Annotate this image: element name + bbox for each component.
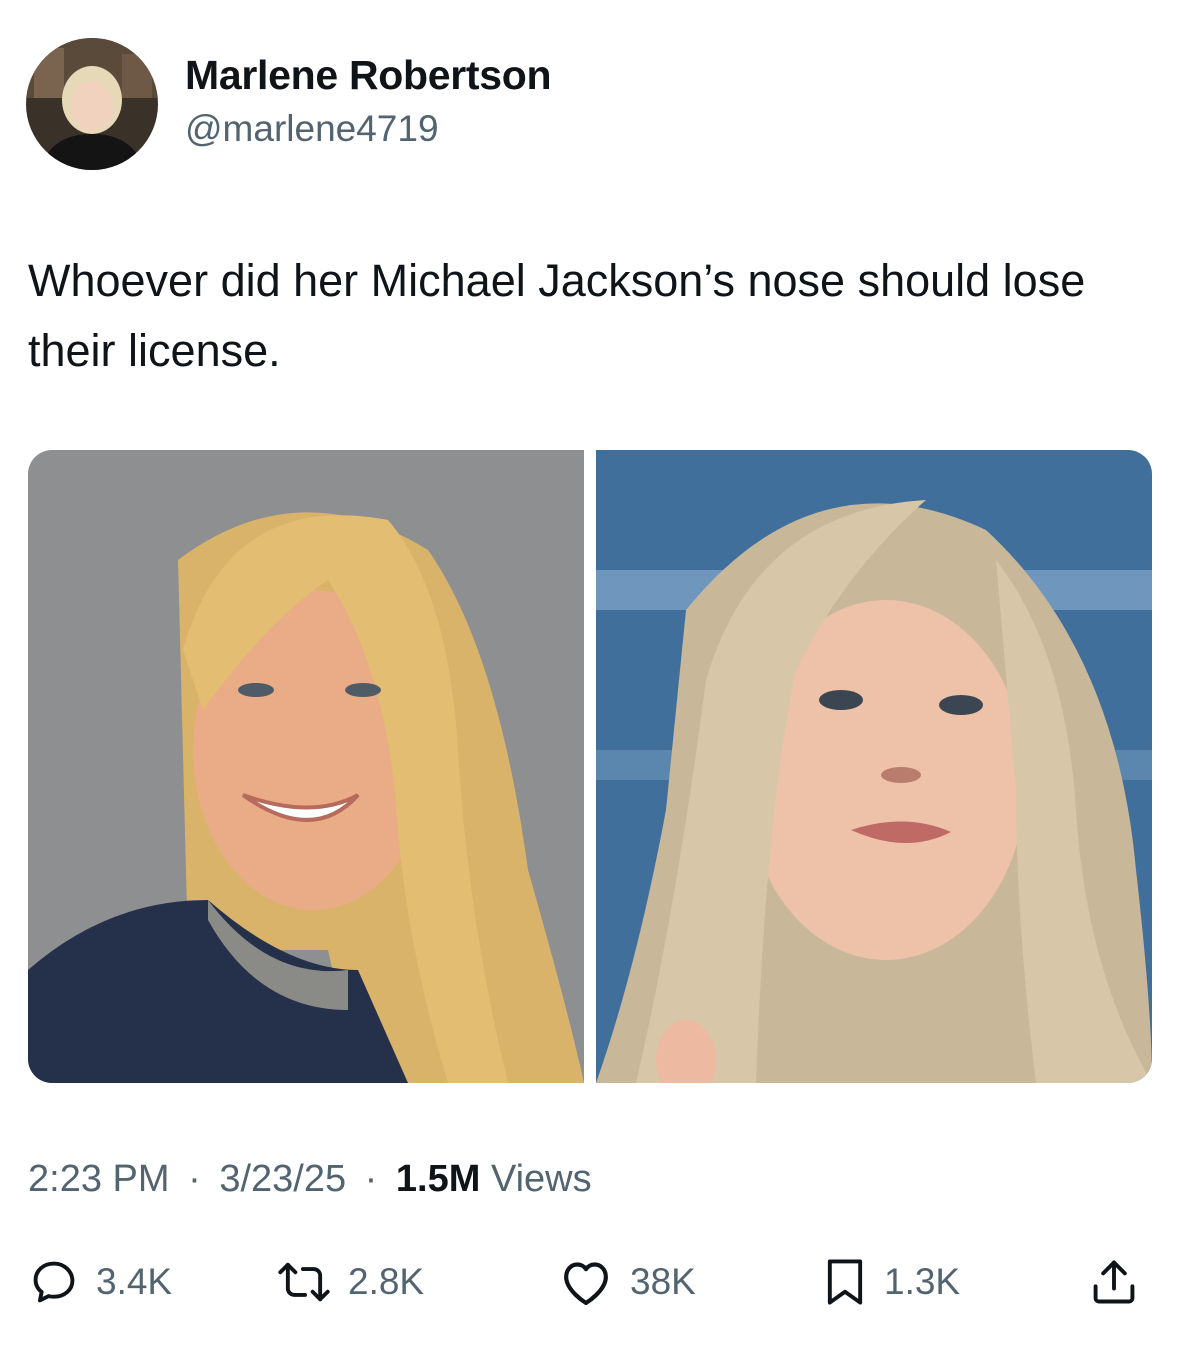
profile-photo-icon (26, 38, 158, 170)
tweet-media (28, 450, 1152, 1083)
tweet-photo-left[interactable] (28, 450, 584, 1083)
author-handle[interactable]: @marlene4719 (185, 108, 439, 150)
retweet-button[interactable]: 2.8K (276, 1252, 424, 1312)
action-bar: 3.4K 2.8K 38K 1.3K (28, 1252, 1152, 1312)
retweet-icon (278, 1262, 330, 1302)
meta-separator: · (188, 1158, 201, 1200)
like-button[interactable]: 38K (558, 1252, 696, 1312)
share-button[interactable] (1088, 1252, 1140, 1312)
reply-count: 3.4K (96, 1261, 173, 1302)
share-icon (1093, 1260, 1135, 1304)
heart-icon (564, 1262, 608, 1306)
meta-separator: · (364, 1158, 378, 1200)
tweet-date[interactable]: 3/23/25 (219, 1158, 346, 1200)
tweet-time[interactable]: 2:23 PM (28, 1158, 170, 1200)
tweet-meta: 2:23 PM · 3/23/25 · 1.5M Views (28, 1158, 592, 1201)
author-avatar[interactable] (26, 38, 158, 170)
tweet-photo-right[interactable] (596, 450, 1152, 1083)
bookmark-count: 1.3K (884, 1261, 961, 1302)
reply-button[interactable]: 3.4K (28, 1252, 172, 1312)
retweet-count: 2.8K (348, 1261, 425, 1302)
bookmark-icon (827, 1259, 863, 1305)
reply-icon (33, 1261, 75, 1303)
author-display-name[interactable]: Marlene Robertson (185, 52, 552, 99)
views-label: Views (490, 1158, 592, 1200)
views-count: 1.5M (395, 1158, 481, 1200)
photo-left-icon (28, 450, 584, 1083)
bookmark-button[interactable]: 1.3K (822, 1252, 960, 1312)
photo-right-icon (596, 450, 1152, 1083)
like-count: 38K (630, 1261, 696, 1302)
tweet-text: Whoever did her Michael Jackson’s nose s… (28, 255, 1086, 376)
